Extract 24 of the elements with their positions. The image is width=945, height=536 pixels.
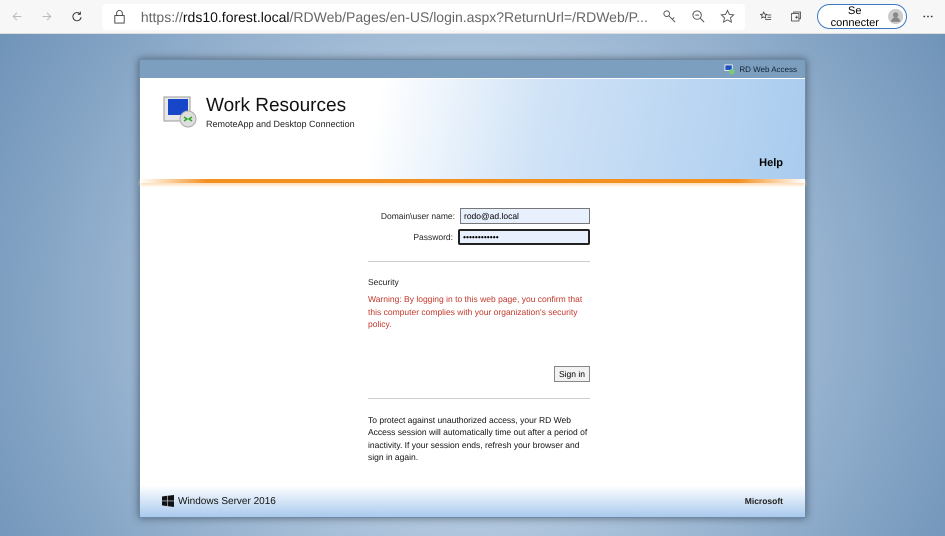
avatar-icon — [888, 7, 904, 26]
page-title: Work Resources — [206, 95, 348, 117]
rd-web-access-label: RD Web Access — [739, 64, 797, 74]
field-label: Domain\user name: — [380, 211, 455, 221]
help-link[interactable]: Help — [759, 157, 783, 169]
sign-in-button[interactable]: Sign in — [554, 366, 590, 382]
security-heading: Security — [368, 277, 400, 287]
zoom-out-icon[interactable] — [690, 9, 706, 24]
input-field[interactable]: rodo@ad.local — [460, 208, 590, 224]
sign-in-profile-button[interactable]: Se connecter — [816, 4, 908, 29]
address-bar[interactable]: https://rds10.forest.local/RDWeb/Pages/en-US/login.aspx?ReturnUrl=/RDWeb/P... — [102, 4, 745, 30]
lock-icon — [112, 9, 127, 24]
windows-logo-icon — [162, 495, 174, 507]
monitor-icon — [724, 64, 736, 74]
input-field[interactable]: •••••••••••• — [458, 229, 590, 245]
url-text: https://rds10.forest.local/RDWeb/Pages/en-US/login.aspx?ReturnUrl=/RDWeb/P... — [140, 8, 648, 24]
field-label: Password: — [413, 232, 453, 242]
key-icon[interactable] — [662, 9, 677, 24]
windows-server-label: Windows Server 2016 — [178, 496, 276, 506]
star-icon[interactable] — [720, 9, 735, 24]
security-warning: Warning: By logging in to this web page, you confirm that this computer complies with your organization's security policy. — [368, 293, 584, 330]
microsoft-label: Microsoft — [744, 496, 783, 506]
timeout-notice: To protect against unauthorized access, your RD Web Access session will automatically time out after a period of inactivity. If your session ends, refresh your browser and sign in again. — [368, 414, 588, 464]
page-subtitle: RemoteApp and Desktop Connection — [206, 119, 355, 129]
